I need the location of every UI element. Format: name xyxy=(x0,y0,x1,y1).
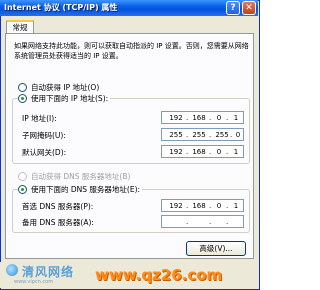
dns-manual-radio[interactable] xyxy=(18,185,27,194)
logo-subtext: www.vipcn.com xyxy=(14,279,54,285)
ip-octet: 0 xyxy=(216,201,222,210)
preferred-dns-label: 首选 DNS 服务器(P): xyxy=(22,202,94,211)
dns-auto-label: 自动获得 DNS 服务器地址(B) xyxy=(31,172,131,181)
alternate-dns-label: 备用 DNS 服务器(A): xyxy=(22,218,94,227)
dns-manual-label: 使用下面的 DNS 服务器地址(E): xyxy=(31,185,141,194)
ip-octet: 168 xyxy=(192,147,206,156)
ip-octet: 255 xyxy=(169,130,183,139)
ip-octet: 0 xyxy=(216,147,222,156)
logo-text: 清风网络 xyxy=(22,265,75,279)
ip-auto-radio[interactable] xyxy=(18,83,27,92)
ip-octet: 255 xyxy=(215,130,229,139)
subnet-mask-input[interactable]: 255 . 255 . 255 . 0 xyxy=(161,128,244,141)
subnet-mask-label: 子网掩码(U): xyxy=(22,131,66,140)
ip-manual-radio-row[interactable]: 使用下面的 IP 地址(S): xyxy=(18,93,111,104)
ip-octet: 192 xyxy=(169,201,183,210)
ip-octet: 192 xyxy=(169,113,183,122)
ip-octet: 1 xyxy=(233,147,239,156)
ip-octet: 1 xyxy=(233,113,239,122)
dns-auto-radio[interactable] xyxy=(18,172,27,181)
tab-general[interactable]: 常规 xyxy=(6,20,34,34)
advanced-button[interactable]: 高级(V)... xyxy=(186,241,246,256)
default-gateway-input[interactable]: 192 . 168 . 0 . 1 xyxy=(161,145,244,158)
preferred-dns-input[interactable]: 192 . 168 . 0 . 1 xyxy=(161,199,244,212)
dns-auto-radio-row[interactable]: 自动获得 DNS 服务器地址(B) xyxy=(18,171,130,182)
info-text: 如果网络支持此功能，则可以获取自动指派的 IP 设置。否则，您需要从网络系统管理… xyxy=(14,42,249,60)
ip-auto-radio-row[interactable]: 自动获得 IP 地址(O) xyxy=(18,82,99,93)
globe-logo-icon xyxy=(6,264,18,276)
ip-octet: 255 xyxy=(192,130,206,139)
ip-octet: 192 xyxy=(169,147,183,156)
site-watermark: www.qz26.com xyxy=(95,266,223,284)
alternate-dns-input[interactable]: . . . xyxy=(161,215,244,228)
title-bar[interactable]: Internet 协议 (TCP/IP) 属性 ? ✕ xyxy=(0,0,258,16)
ip-address-label: IP 地址(I): xyxy=(22,114,57,123)
ip-address-input[interactable]: 192 . 168 . 0 . 1 xyxy=(161,111,244,124)
ip-octet: 0 xyxy=(216,113,222,122)
ip-manual-radio[interactable] xyxy=(18,94,27,103)
ip-manual-label: 使用下面的 IP 地址(S): xyxy=(31,94,109,103)
window-title: Internet 协议 (TCP/IP) 属性 xyxy=(4,3,118,12)
ip-octet: 168 xyxy=(192,113,206,122)
ip-octet: 0 xyxy=(235,130,241,139)
dns-manual-radio-row[interactable]: 使用下面的 DNS 服务器地址(E): xyxy=(18,184,143,195)
default-gateway-label: 默认网关(D): xyxy=(22,148,67,157)
help-button[interactable]: ? xyxy=(226,1,240,15)
close-button[interactable]: ✕ xyxy=(242,1,256,15)
ip-octet: 168 xyxy=(192,201,206,210)
ip-auto-label: 自动获得 IP 地址(O) xyxy=(31,83,100,92)
ip-octet: 1 xyxy=(233,201,239,210)
